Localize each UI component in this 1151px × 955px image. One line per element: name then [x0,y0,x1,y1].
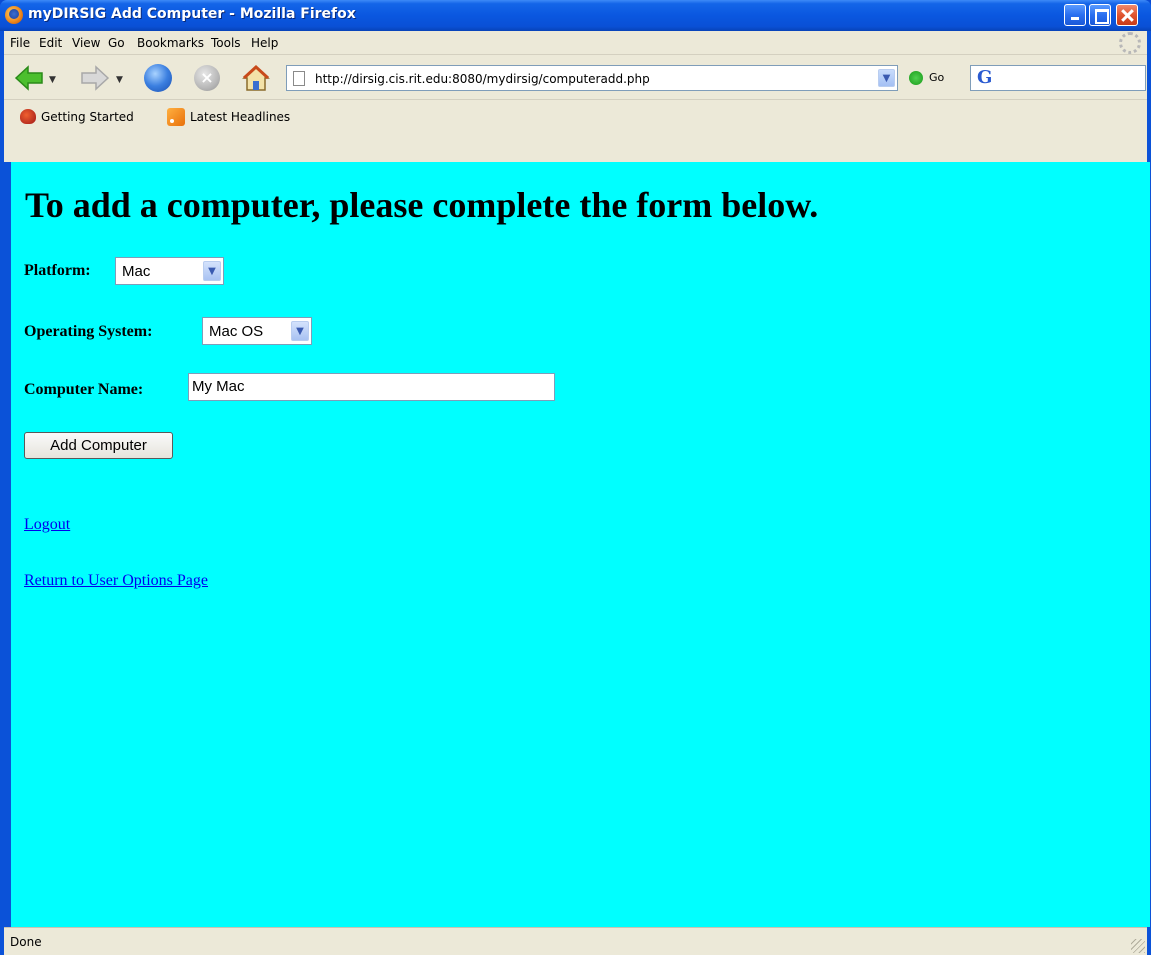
page-content: To add a computer, please complete the f… [11,162,1150,927]
throbber-icon [1119,32,1141,54]
search-input[interactable]: G [970,65,1146,91]
add-computer-button[interactable]: Add Computer [24,432,173,459]
menu-go[interactable]: Go [108,36,125,50]
title-bar[interactable]: myDIRSIG Add Computer - Mozilla Firefox [0,0,1151,31]
url-dropdown-icon[interactable]: ▼ [878,69,895,87]
firefox-icon [5,6,23,24]
computer-name-field[interactable]: My Mac [188,373,555,401]
page-heading: To add a computer, please complete the f… [25,185,819,225]
return-to-user-options-link[interactable]: Return to User Options Page [24,572,208,590]
reload-icon[interactable] [144,64,172,92]
rss-feed-icon [167,108,185,126]
resize-grip[interactable] [1131,939,1145,953]
navigation-toolbar: ▼ ▼ × http://dirsig.cis.rit.edu:8080/myd… [4,56,1147,100]
close-button[interactable] [1116,4,1138,26]
browser-window: myDIRSIG Add Computer - Mozilla Firefox … [0,0,1151,955]
chevron-down-icon[interactable]: ▼ [203,261,221,281]
forward-dropdown-icon[interactable]: ▼ [116,75,123,85]
menu-tools[interactable]: Tools [211,36,241,50]
getting-started-icon [20,109,36,124]
bookmark-getting-started[interactable]: Getting Started [41,110,134,124]
os-value: Mac OS [209,323,264,340]
status-text: Done [10,935,42,949]
home-icon[interactable] [241,64,271,92]
back-dropdown-icon[interactable]: ▼ [49,75,56,85]
status-bar: Done [4,927,1147,955]
platform-value: Mac [122,263,151,280]
menu-bookmarks[interactable]: Bookmarks [137,36,204,50]
bookmark-latest-headlines[interactable]: Latest Headlines [190,110,290,124]
platform-label: Platform: [24,262,91,279]
browser-chrome: File Edit View Go Bookmarks Tools Help ▼… [4,31,1147,162]
forward-arrow-icon[interactable] [80,65,110,91]
window-title: myDIRSIG Add Computer - Mozilla Firefox [28,6,356,22]
menu-view[interactable]: View [72,36,100,50]
back-arrow-icon[interactable] [14,65,44,91]
go-icon[interactable] [909,71,923,85]
os-label: Operating System: [24,323,153,340]
menu-file[interactable]: File [10,36,30,50]
go-button[interactable]: Go [929,71,944,84]
computer-name-label: Computer Name: [24,381,144,398]
logout-link[interactable]: Logout [24,516,70,534]
menu-help[interactable]: Help [251,36,278,50]
menu-bar: File Edit View Go Bookmarks Tools Help [4,31,1147,55]
minimize-button[interactable] [1064,4,1086,26]
url-bar[interactable]: http://dirsig.cis.rit.edu:8080/mydirsig/… [286,65,898,91]
os-select[interactable]: Mac OS ▼ [202,317,312,345]
chevron-down-icon[interactable]: ▼ [291,321,309,341]
bookmarks-toolbar: Getting Started Latest Headlines [4,101,1147,161]
url-text[interactable]: http://dirsig.cis.rit.edu:8080/mydirsig/… [315,72,650,86]
google-search-icon[interactable]: G [977,67,992,88]
page-icon [293,71,305,86]
maximize-button[interactable] [1089,4,1111,26]
stop-icon[interactable]: × [194,65,220,91]
menu-edit[interactable]: Edit [39,36,62,50]
platform-select[interactable]: Mac ▼ [115,257,224,285]
